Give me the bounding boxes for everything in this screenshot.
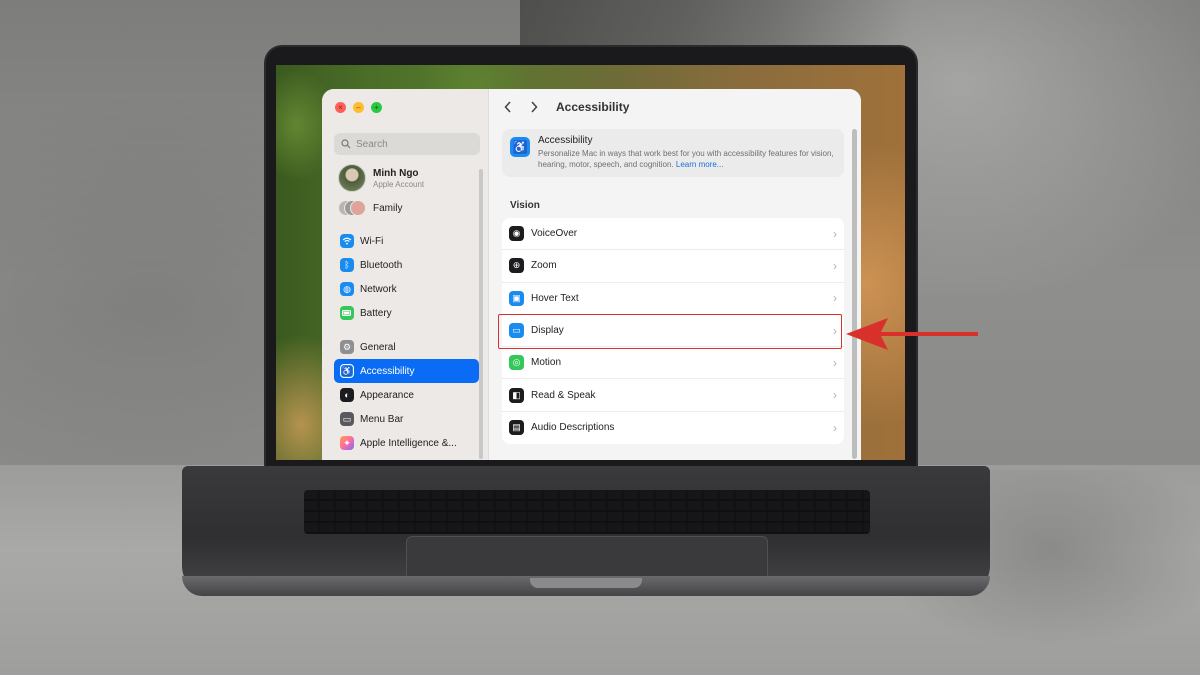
chevron-right-icon: › bbox=[833, 291, 837, 306]
sidebar-item-accessibility[interactable]: ♿ Accessibility bbox=[334, 359, 479, 383]
section-title-vision: Vision bbox=[510, 200, 540, 211]
sidebar-item-label: Menu Bar bbox=[360, 413, 404, 425]
apple-account-item[interactable]: Minh Ngo Apple Account bbox=[338, 164, 424, 192]
sidebar-item-wifi[interactable]: Wi-Fi bbox=[334, 229, 479, 253]
close-window-button[interactable]: × bbox=[335, 102, 346, 113]
sidebar-item-label: Apple Intelligence &... bbox=[360, 437, 457, 449]
zoom-window-button[interactable]: + bbox=[371, 102, 382, 113]
list-item-zoom[interactable]: ⊕ Zoom › bbox=[502, 250, 844, 283]
minimize-window-button[interactable]: – bbox=[353, 102, 364, 113]
list-item-label: Read & Speak bbox=[531, 389, 596, 401]
chevron-right-icon: › bbox=[833, 226, 837, 241]
display-highlight-box bbox=[498, 314, 842, 349]
motion-icon: ◎ bbox=[509, 355, 524, 371]
list-item-label: VoiceOver bbox=[531, 228, 578, 240]
sidebar-item-label: Network bbox=[360, 283, 397, 295]
read-speak-icon: ◧ bbox=[509, 387, 524, 403]
sidebar-item-label: Battery bbox=[360, 307, 392, 319]
sidebar-item-label: Accessibility bbox=[360, 365, 415, 377]
learn-more-link[interactable]: Learn more... bbox=[676, 160, 724, 169]
family-item[interactable]: Family bbox=[338, 200, 402, 216]
sidebar-item-label: Wi-Fi bbox=[360, 235, 384, 247]
gear-icon: ⚙ bbox=[340, 340, 354, 354]
list-item-audio-descriptions[interactable]: ▤ Audio Descriptions › bbox=[502, 412, 844, 444]
settings-window: × – + Minh Ngo Apple Account Family bbox=[322, 89, 861, 460]
sidebar-group-network: Wi-Fi ᛒ Bluetooth ◍ Network Battery bbox=[334, 229, 479, 325]
menu-bar-icon: ▭ bbox=[340, 412, 354, 426]
apple-intelligence-icon: ✦ bbox=[340, 436, 354, 450]
hero-title: Accessibility bbox=[538, 135, 593, 146]
family-avatars bbox=[338, 200, 366, 216]
list-item-label: Motion bbox=[531, 357, 562, 369]
sidebar: × – + Minh Ngo Apple Account Family bbox=[322, 89, 489, 460]
hero-description: Personalize Mac in ways that work best f… bbox=[538, 148, 838, 170]
wifi-icon bbox=[340, 234, 354, 248]
keyboard bbox=[304, 490, 870, 534]
appearance-icon: ◐ bbox=[340, 388, 354, 402]
globe-icon: ◍ bbox=[340, 282, 354, 296]
list-item-voiceover[interactable]: ◉ VoiceOver › bbox=[502, 218, 844, 251]
list-item-read-speak[interactable]: ◧ Read & Speak › bbox=[502, 379, 844, 412]
list-item-label: Audio Descriptions bbox=[531, 422, 615, 434]
voiceover-icon: ◉ bbox=[509, 226, 524, 242]
chevron-right-icon: › bbox=[833, 388, 837, 403]
list-item-motion[interactable]: ◎ Motion › bbox=[502, 347, 844, 380]
sidebar-scrollbar[interactable] bbox=[479, 169, 483, 459]
list-item-label: Hover Text bbox=[531, 292, 579, 304]
avatar bbox=[338, 164, 366, 192]
accessibility-icon: ♿ bbox=[340, 364, 354, 378]
sidebar-item-apple-intelligence[interactable]: ✦ Apple Intelligence &... bbox=[334, 431, 479, 455]
chevron-right-icon: › bbox=[833, 355, 837, 370]
sidebar-group-system: ⚙ General ♿ Accessibility ◐ Appearance ▭… bbox=[334, 335, 479, 455]
sidebar-item-bluetooth[interactable]: ᛒ Bluetooth bbox=[334, 253, 479, 277]
sidebar-item-label: Appearance bbox=[360, 389, 414, 401]
bluetooth-icon: ᛒ bbox=[340, 258, 354, 272]
sidebar-item-label: Bluetooth bbox=[360, 259, 403, 271]
sidebar-item-label: General bbox=[360, 341, 396, 353]
forward-button[interactable] bbox=[523, 96, 545, 118]
accessibility-icon: ♿ bbox=[510, 137, 530, 157]
account-name: Minh Ngo bbox=[373, 167, 419, 179]
family-label: Family bbox=[373, 202, 403, 214]
laptop-notch bbox=[530, 578, 642, 588]
battery-icon bbox=[340, 306, 354, 320]
search-input[interactable] bbox=[356, 138, 466, 150]
list-item-label: Zoom bbox=[531, 260, 557, 272]
search-icon bbox=[341, 139, 351, 149]
sidebar-item-general[interactable]: ⚙ General bbox=[334, 335, 479, 359]
toolbar: Accessibility bbox=[490, 89, 861, 125]
main-pane: Accessibility ♿ Accessibility Personaliz… bbox=[490, 89, 861, 460]
trackpad bbox=[406, 536, 768, 578]
sidebar-item-network[interactable]: ◍ Network bbox=[334, 277, 479, 301]
zoom-icon: ⊕ bbox=[509, 258, 524, 274]
red-arrow-icon bbox=[846, 318, 978, 350]
list-item-hover-text[interactable]: ▣ Hover Text › bbox=[502, 283, 844, 315]
traffic-lights: × – + bbox=[335, 102, 382, 113]
page-title: Accessibility bbox=[556, 100, 630, 114]
audio-descriptions-icon: ▤ bbox=[509, 420, 524, 436]
accessibility-header-card: ♿ Accessibility Personalize Mac in ways … bbox=[502, 129, 844, 177]
hover-text-icon: ▣ bbox=[509, 290, 524, 306]
sidebar-item-menu-bar[interactable]: ▭ Menu Bar bbox=[334, 407, 479, 431]
main-scrollbar[interactable] bbox=[852, 129, 857, 459]
chevron-left-icon bbox=[504, 101, 511, 113]
chevron-right-icon bbox=[531, 101, 538, 113]
chevron-right-icon: › bbox=[833, 258, 837, 273]
account-subtitle: Apple Account bbox=[373, 179, 425, 189]
chevron-right-icon: › bbox=[833, 420, 837, 435]
sidebar-item-appearance[interactable]: ◐ Appearance bbox=[334, 383, 479, 407]
sidebar-item-battery[interactable]: Battery bbox=[334, 301, 479, 325]
back-button[interactable] bbox=[497, 96, 519, 118]
search-field[interactable] bbox=[334, 133, 480, 155]
